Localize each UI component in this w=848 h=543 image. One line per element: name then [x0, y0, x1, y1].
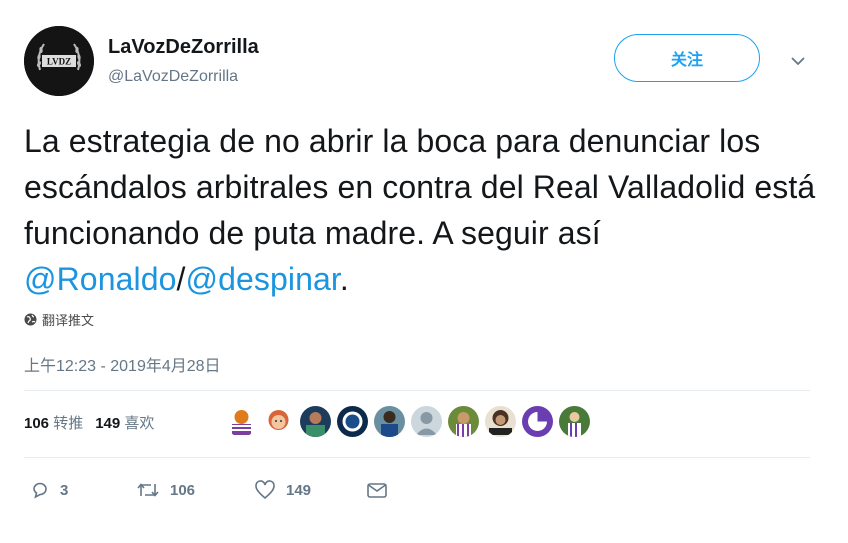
translate-label: 翻译推文 [42, 313, 95, 328]
reply-count: 3 [60, 481, 69, 499]
liker-avatar[interactable] [485, 406, 516, 437]
translate-tweet-link[interactable]: 翻译推文 [24, 310, 94, 329]
envelope-icon [367, 483, 387, 498]
like-button[interactable]: 149 [254, 480, 311, 500]
liker-avatar[interactable] [337, 406, 368, 437]
display-name[interactable]: LaVozDeZorrilla [108, 36, 259, 59]
retweet-count: 106 [24, 415, 50, 432]
liker-avatars [226, 406, 590, 437]
liker-avatar[interactable] [411, 406, 442, 437]
reply-button[interactable]: 3 [30, 480, 68, 500]
like-count-stat[interactable]: 149 喜欢 [95, 412, 154, 433]
liker-avatar[interactable] [522, 406, 553, 437]
liker-avatar[interactable] [263, 406, 294, 437]
tweet-stats: 106 转推 149 喜欢 [24, 412, 154, 433]
mention-separator: / [176, 261, 186, 297]
tweet-actions: 3 106 149 [24, 480, 424, 504]
globe-icon [24, 313, 37, 326]
mention-ronaldo[interactable]: @Ronaldo [24, 261, 177, 297]
mention-despinar[interactable]: @despinar [186, 261, 340, 297]
chevron-down-icon[interactable] [788, 54, 808, 68]
retweet-icon [137, 483, 159, 497]
divider [24, 457, 810, 458]
retweet-button[interactable]: 106 [136, 480, 195, 500]
liker-avatar[interactable] [448, 406, 479, 437]
laurel-logo-icon: LVDZ [24, 26, 94, 96]
reply-icon [33, 482, 47, 499]
tweet-body: La estrategia de no abrir la boca para d… [24, 123, 816, 251]
like-label: 喜欢 [124, 415, 155, 432]
avatar-logo-text: LVDZ [47, 57, 71, 67]
tweet-text: La estrategia de no abrir la boca para d… [24, 118, 824, 302]
liker-avatar[interactable] [300, 406, 331, 437]
tweet-trailing: . [339, 261, 349, 297]
direct-message-button[interactable] [366, 480, 388, 500]
divider [24, 390, 810, 391]
liker-avatar[interactable] [374, 406, 405, 437]
liker-avatar[interactable] [559, 406, 590, 437]
liker-avatar[interactable] [226, 406, 257, 437]
follow-button[interactable]: 关注 [614, 34, 760, 82]
user-handle[interactable]: @LaVozDeZorrilla [108, 68, 238, 86]
tweet-timestamp[interactable]: 上午12:23 - 2019年4月28日 [24, 352, 221, 376]
heart-icon [255, 480, 275, 500]
retweet-label: 转推 [53, 415, 84, 432]
like-action-count: 149 [286, 481, 312, 499]
profile-avatar[interactable]: LVDZ [24, 26, 94, 96]
retweet-count-stat[interactable]: 106 转推 [24, 412, 83, 433]
like-count: 149 [95, 415, 121, 432]
retweet-action-count: 106 [170, 481, 196, 499]
